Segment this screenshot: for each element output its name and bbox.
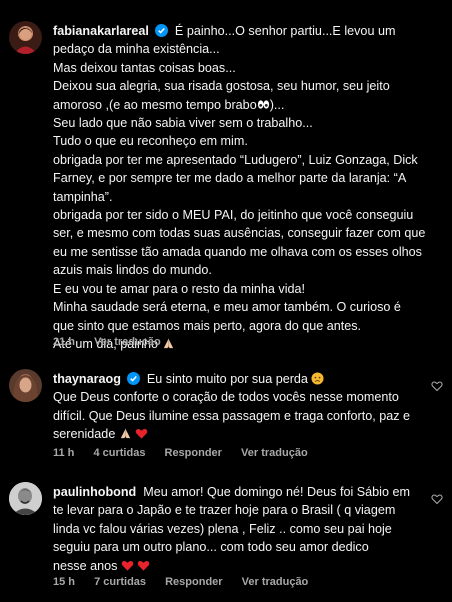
comment-text-line: Que Deus conforte o coração de todos voc… [53, 390, 399, 405]
comment-timestamp: 15 h [53, 576, 76, 588]
comment-text-line: te levar para o Japão e te trazer hoje p… [53, 503, 396, 518]
comment-text-line: Minha saudade será eterna, e meu amor ta… [53, 300, 401, 315]
comment-timestamp: 21 h [53, 336, 76, 348]
comment-text-line: obrigada por ter sido o MEU PAI, do jeit… [53, 208, 414, 223]
comment-text-line: que sinto que estamos mais perto, agora … [53, 318, 362, 333]
red-heart-emoji-icon [136, 429, 148, 439]
comment-text-line: difícil. Que Deus ilumine essa passagem … [53, 408, 411, 423]
comment-text-line: Mas deixou tantas coisas boas... [53, 60, 236, 75]
comment-text-line: tampinha”. [53, 189, 113, 204]
see-translation-link[interactable]: Ver tradução [94, 336, 161, 348]
comment-username[interactable]: paulinhobond [53, 485, 136, 499]
comment-text-line: nesse anos [53, 558, 118, 573]
comment-text-line: É painho...O senhor partiu...E levou um [174, 24, 396, 38]
heart-outline-icon[interactable] [431, 380, 443, 392]
comment-text-line: eu me sentisse tão amada quando me olhav… [53, 244, 422, 259]
red-heart-emoji-icon [121, 560, 134, 571]
avatar[interactable] [9, 369, 42, 402]
comment-text-line: Farney, e por sempre ter me dado a melho… [53, 171, 407, 186]
comment-text-line: amoroso ,(e ao mesmo tempo brabo [53, 97, 257, 112]
heart-outline-icon[interactable] [431, 493, 443, 505]
comment-text-line: Eu sinto muito por sua perda [146, 372, 308, 386]
verified-badge-icon [155, 24, 169, 37]
praying-hands-emoji-icon [120, 429, 130, 439]
comment-text-line: Meu amor! Que domingo né! Deus foi Sábio… [143, 485, 410, 499]
see-translation-link[interactable]: Ver tradução [242, 576, 309, 588]
verified-badge-icon [127, 372, 141, 385]
avatar[interactable] [9, 21, 42, 54]
comment-text-line: ser, e mesmo com todas suas ausências, c… [53, 226, 426, 241]
comment-text-line: Deixou sua alegria, sua risada gostosa, … [53, 79, 390, 94]
comment-text-line: obrigada por ter me apresentado “Luduger… [53, 152, 418, 167]
reply-button[interactable]: Responder [165, 447, 222, 459]
red-heart-emoji-icon [138, 560, 150, 571]
likes-count[interactable]: 7 curtidas [94, 576, 146, 588]
comment-timestamp: 11 h [53, 447, 75, 459]
comment-username[interactable]: thaynaraog [53, 372, 121, 386]
comment-text-line: serenidade [53, 427, 116, 442]
comment-text-line: Tudo o que eu reconheço em mim. [53, 134, 248, 149]
eyes-emoji-icon [257, 99, 269, 109]
comment-username[interactable]: fabianakarlareal [53, 24, 149, 38]
reply-button[interactable]: Responder [165, 576, 222, 588]
likes-count[interactable]: 4 curtidas [93, 447, 145, 459]
avatar[interactable] [9, 482, 42, 515]
comment-text-line: Seu lado que não sabia viver sem o traba… [53, 116, 313, 131]
sad-face-emoji-icon [311, 372, 324, 385]
comment-text-line: azuis mais lindos do mundo. [53, 263, 212, 278]
comment-text-line: seguiu para um outro plano... com todo s… [53, 540, 369, 555]
comment-text-line: )... [269, 97, 285, 112]
comment-text-line: E eu vou te amar para o resto da minha v… [53, 281, 306, 296]
comment-text-line: linda vc falou várias vezes) plena , Fel… [53, 521, 392, 536]
see-translation-link[interactable]: Ver tradução [241, 447, 308, 459]
comment-text-line: pedaço da minha existência... [53, 42, 220, 57]
